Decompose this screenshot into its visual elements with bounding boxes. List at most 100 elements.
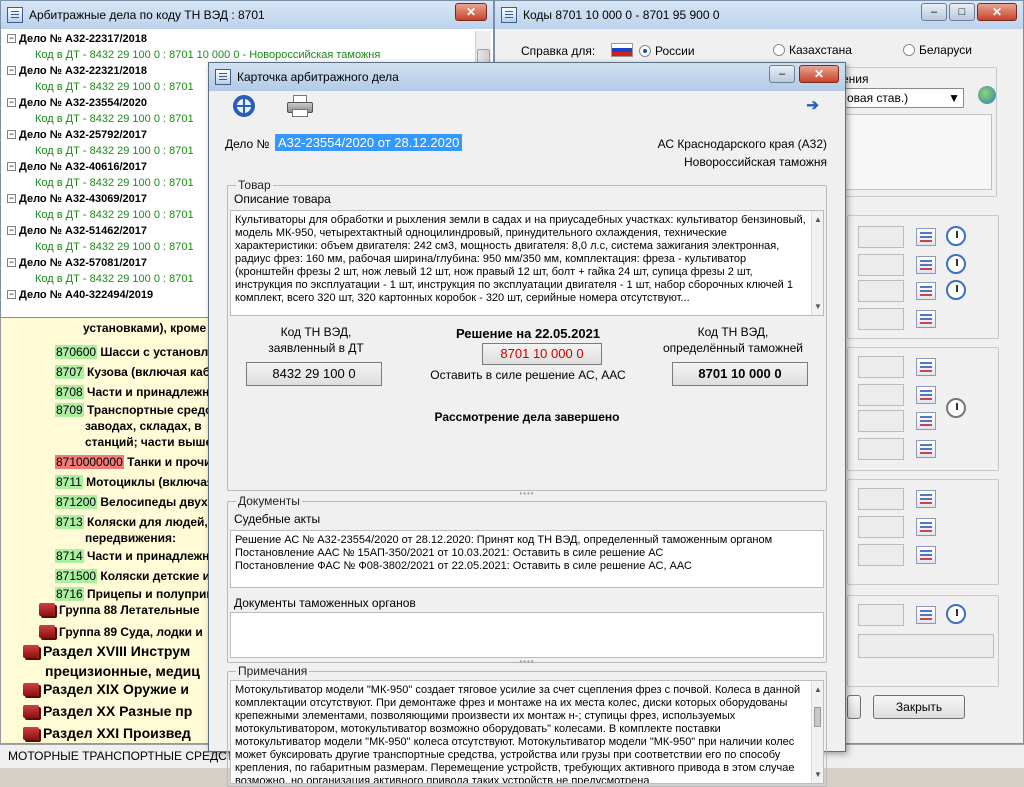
minimize-button[interactable]: – [921, 3, 947, 21]
history-icon[interactable] [946, 604, 966, 624]
tariff-tree-item[interactable]: 8711 Мотоциклы (включая [55, 475, 213, 489]
tariff-tree-item[interactable]: заводах, складах, в [85, 419, 202, 433]
splitter[interactable]: •••• [209, 490, 845, 498]
document-icon[interactable] [916, 386, 936, 404]
tariff-tree-item[interactable]: 871200 Велосипеды двухк [55, 495, 213, 509]
document-icon[interactable] [916, 282, 936, 300]
tree-section-21[interactable]: Раздел XXI Произвед [23, 725, 191, 741]
rate-field[interactable] [858, 410, 904, 432]
description-text: Культиваторы для обработки и рыхления зе… [235, 214, 806, 304]
tariff-tree-item[interactable]: 8714 Части и принадлежн [55, 549, 209, 563]
rate-text-field[interactable] [858, 634, 994, 658]
rate-field[interactable] [858, 516, 904, 538]
tree-group-89[interactable]: Группа 89 Суда, лодки и [39, 625, 203, 639]
globe-icon[interactable] [233, 95, 255, 117]
case-code-item[interactable]: Код в ДТ - 8432 29 100 0 : 8701 10 000 0… [3, 47, 473, 63]
document-icon[interactable] [916, 490, 936, 508]
tree-window-titlebar[interactable]: Арбитражные дела по коду ТН ВЭД : 8701 ✕ [1, 1, 493, 29]
rate-field[interactable] [858, 604, 904, 626]
history-icon[interactable] [946, 398, 966, 418]
tariff-text: Коляски для людей, [87, 515, 208, 529]
case-label: Дело № А32-40616/2017 [19, 161, 147, 173]
close-window-button[interactable]: Закрыть [873, 695, 965, 719]
judicial-acts-list[interactable]: Решение АС № А32-23554/2020 от 28.12.202… [230, 530, 824, 588]
tariff-tree-item[interactable]: передвижения: [85, 531, 176, 545]
tariff-tree-item[interactable]: 870600 Шасси с установле [55, 345, 213, 359]
document-icon[interactable] [916, 228, 936, 246]
rate-field[interactable] [858, 384, 904, 406]
radio-kazakhstan[interactable] [773, 44, 785, 56]
collapse-toggle-icon[interactable]: − [7, 290, 16, 299]
document-icon[interactable] [916, 412, 936, 430]
document-icon[interactable] [916, 358, 936, 376]
hidden-button[interactable] [847, 695, 861, 719]
document-icon[interactable] [916, 546, 936, 564]
description-textarea[interactable]: Культиваторы для обработки и рыхления зе… [230, 210, 824, 316]
printer-icon[interactable] [287, 95, 313, 117]
country-kazakhstan[interactable]: Казахстана [773, 43, 852, 57]
radio-belarus[interactable] [903, 44, 915, 56]
tree-section-19[interactable]: Раздел XIX Оружие и [23, 681, 189, 697]
tree-section-20[interactable]: Раздел XX Разные пр [23, 703, 192, 719]
description-scrollbar[interactable]: ▲ ▼ [811, 211, 823, 315]
close-button[interactable]: ✕ [799, 65, 839, 83]
collapse-toggle-icon[interactable]: − [7, 98, 16, 107]
tariff-tree-item[interactable]: 8708 Части и принадлежн [55, 385, 209, 399]
tariff-tree-item[interactable]: 8709 Транспортные средс [55, 403, 212, 417]
collapse-toggle-icon[interactable]: − [7, 34, 16, 43]
rate-field[interactable] [858, 544, 904, 566]
collapse-toggle-icon[interactable]: − [7, 258, 16, 267]
document-icon[interactable] [916, 606, 936, 624]
history-icon[interactable] [946, 226, 966, 246]
rate-dropdown[interactable]: овая став.) ▼ [842, 88, 964, 108]
country-russia[interactable]: России [611, 43, 695, 58]
maximize-button[interactable]: □ [949, 3, 975, 21]
dialog-titlebar[interactable]: Карточка арбитражного дела – ✕ [209, 63, 845, 91]
judicial-act-item[interactable]: Решение АС № А32-23554/2020 от 28.12.202… [235, 534, 819, 547]
history-icon[interactable] [946, 280, 966, 300]
tariff-tree-item[interactable]: 871500 Коляски детские и [55, 569, 210, 583]
window-icon [7, 7, 23, 23]
case-number[interactable]: А32-23554/2020 от 28.12.2020 [275, 134, 463, 151]
tree-section-18[interactable]: Раздел XVIII Инструм [23, 643, 190, 659]
minimize-button[interactable]: – [769, 65, 795, 83]
globe-icon[interactable] [978, 86, 996, 104]
judicial-act-item[interactable]: Постановление ФАС № Ф08-3802/2021 от 22.… [235, 560, 819, 573]
rate-field[interactable] [858, 356, 904, 378]
close-button[interactable]: ✕ [455, 3, 487, 21]
case-label: Дело № А32-23554/2020 [19, 97, 147, 109]
tree-group-88[interactable]: Группа 88 Летательные [39, 603, 200, 617]
tariff-tree-item[interactable]: 8707 Кузова (включая каб [55, 365, 210, 379]
collapse-toggle-icon[interactable]: − [7, 130, 16, 139]
rate-field[interactable] [858, 226, 904, 248]
collapse-toggle-icon[interactable]: − [7, 194, 16, 203]
rate-field[interactable] [858, 254, 904, 276]
collapse-toggle-icon[interactable]: − [7, 226, 16, 235]
codes-window-titlebar[interactable]: Коды 8701 10 000 0 - 8701 95 900 0 – □ ✕ [495, 1, 1023, 29]
judicial-act-item[interactable]: Постановление ААС № 15АП-350/2021 от 10.… [235, 547, 819, 560]
tariff-tree-item[interactable]: 8710000000 Танки и прочие [55, 455, 213, 469]
forward-arrows-icon[interactable]: ➔ [806, 98, 819, 113]
close-button[interactable]: ✕ [977, 3, 1017, 21]
rate-text-area[interactable] [842, 114, 992, 190]
rate-field[interactable] [858, 308, 904, 330]
document-icon[interactable] [916, 256, 936, 274]
rate-field[interactable] [858, 438, 904, 460]
tariff-tree-item[interactable]: 8713 Коляски для людей, [55, 515, 208, 529]
notes-textarea[interactable]: Мотокультиватор модели "МК-950" создает … [230, 680, 824, 784]
radio-russia[interactable] [639, 45, 651, 57]
collapse-toggle-icon[interactable]: − [7, 162, 16, 171]
rate-field[interactable] [858, 280, 904, 302]
history-icon[interactable] [946, 254, 966, 274]
tariff-tree-item[interactable]: станций; части выше [85, 435, 212, 449]
case-tree-item[interactable]: − Дело № А32-22317/2018 [3, 31, 473, 47]
tariff-tree-item[interactable]: 8716 Прицепы и полуприц [55, 587, 213, 601]
country-belarus[interactable]: Беларуси [903, 43, 972, 57]
customs-docs-label: Документы таможенных органов [234, 596, 416, 610]
customs-docs-list[interactable] [230, 612, 824, 658]
collapse-toggle-icon[interactable]: − [7, 66, 16, 75]
document-icon[interactable] [916, 440, 936, 458]
rate-field[interactable] [858, 488, 904, 510]
document-icon[interactable] [916, 310, 936, 328]
document-icon[interactable] [916, 518, 936, 536]
